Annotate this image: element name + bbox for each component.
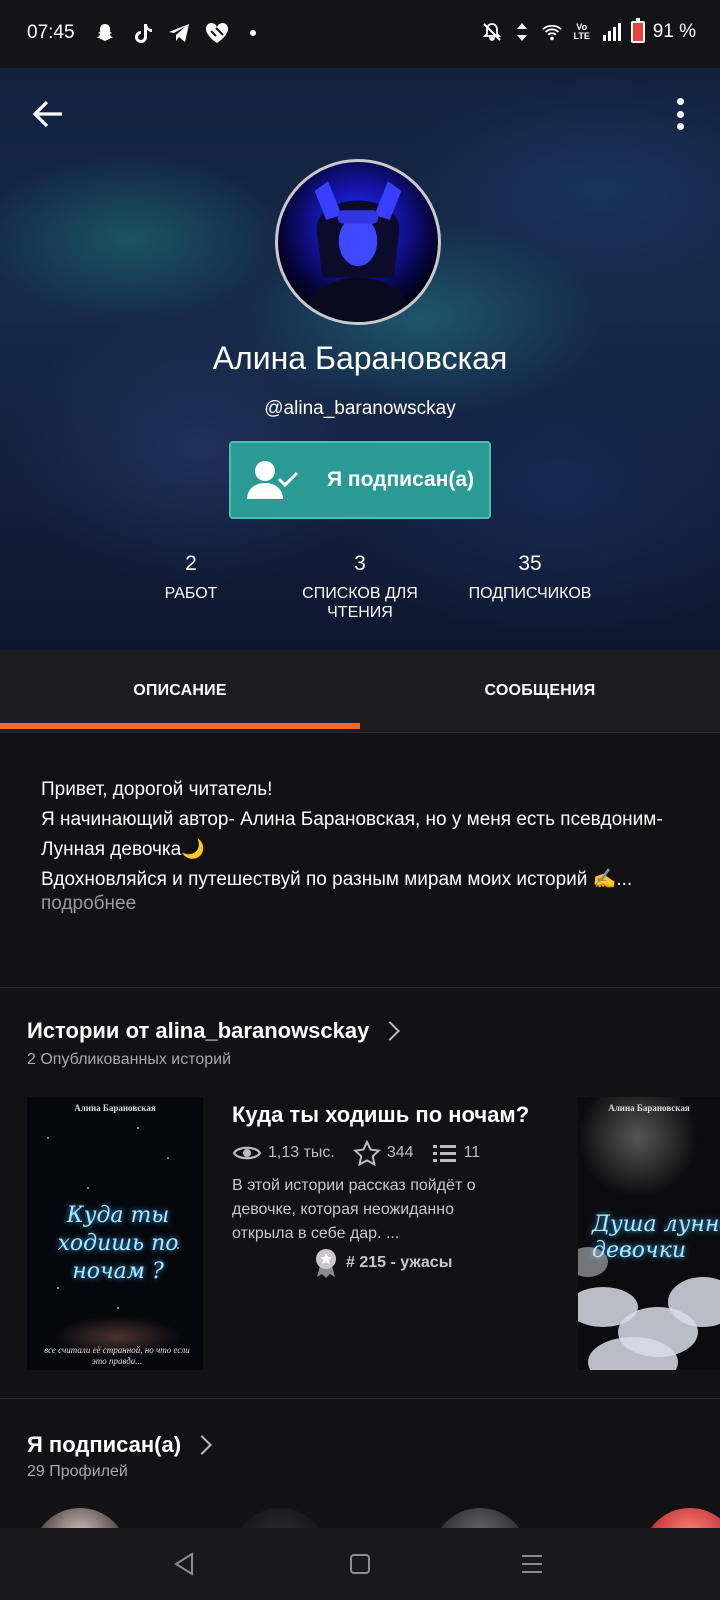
heart-icon [204, 20, 230, 46]
battery-icon [630, 18, 645, 43]
telegram-icon [166, 20, 192, 46]
profile-name: Алина Барановская [212, 340, 508, 376]
eye-icon [232, 1146, 262, 1160]
stat-followers-label: ПОДПИСЧИКОВ [468, 585, 592, 602]
star-icon [352, 1140, 381, 1166]
stat-works-value: 2 [185, 552, 197, 575]
following-button[interactable]: Я подписан(а) [229, 441, 491, 519]
story-description: В этой истории рассказ пойдёт о девочке,… [232, 1177, 476, 1242]
stat-reading-lists[interactable]: 3 СПИСКОВ ДЛЯ ЧТЕНИЯ [285, 552, 435, 622]
description-line: Привет, дорогой читатель! [41, 779, 273, 800]
system-nav-bar [0, 1528, 720, 1600]
cover-author: Алина Барановская [74, 1103, 156, 1113]
home-square-icon [350, 1554, 370, 1574]
stat-works[interactable]: 2 РАБОТ [116, 552, 266, 603]
recents-menu-icon [522, 1555, 542, 1573]
story-reads: 1,13 тыс. [268, 1144, 335, 1161]
dot-icon [240, 20, 266, 46]
tab-about[interactable]: ОПИСАНИЕ [0, 650, 360, 732]
status-time: 07:45 [27, 22, 75, 43]
active-tab-indicator [0, 723, 360, 729]
chevron-right-icon [192, 1435, 212, 1455]
more-dots-icon [676, 98, 684, 105]
cover-title: Душа лунной девочки [592, 1212, 720, 1263]
nav-back-button[interactable] [168, 1548, 200, 1580]
story-votes: 344 [386, 1144, 414, 1161]
nav-home-button[interactable] [344, 1548, 376, 1580]
story-rank[interactable]: # 215 - ужасы [314, 1248, 452, 1278]
list-icon [432, 1145, 456, 1162]
profile-header: Алина Барановская @alina_baranowsckay Я … [0, 68, 720, 650]
profile-tabs: ОПИСАНИЕ СООБЩЕНИЯ [0, 650, 720, 733]
back-button[interactable] [28, 94, 68, 134]
stat-reading-lists-label: СПИСКОВ ДЛЯ ЧТЕНИЯ [302, 585, 418, 621]
ranking-medal-icon [316, 1249, 336, 1278]
chevron-right-icon [380, 1021, 401, 1041]
back-triangle-icon [174, 1552, 193, 1576]
story-rank-text: # 215 - ужасы [346, 1254, 453, 1271]
profile-handle: @alina_baranowsckay [264, 398, 456, 419]
signal-icon [601, 20, 623, 44]
story-cover[interactable]: Алина Барановская Душа лунной девочки [578, 1097, 720, 1370]
tiktok-icon [130, 20, 156, 46]
status-bar: 07:45 Vo LTE 91 % [0, 0, 720, 68]
nav-recents-button[interactable] [516, 1548, 548, 1580]
profile-avatar[interactable] [275, 159, 441, 325]
following-count: 29 Профилей [27, 1463, 128, 1480]
mute-icon [481, 20, 503, 44]
description-line: Вдохновляйся и путешествуй по разным мир… [41, 869, 633, 890]
following-section-title[interactable]: Я подписан(а) [27, 1432, 212, 1458]
cover-tagline: все считали её странной, но что если это… [44, 1345, 190, 1366]
cover-author: Алина Барановская [608, 1103, 690, 1113]
stories-count: 2 Опубликованных историй [27, 1051, 232, 1068]
read-more-link[interactable]: подробнее [41, 893, 136, 915]
story-meta: 1,13 тыс. 344 11 [232, 1140, 498, 1166]
stat-followers-value: 35 [518, 552, 542, 575]
more-options-button[interactable] [670, 94, 690, 134]
cover-title: Куда ты ходишь по ночам ? [57, 1203, 179, 1284]
description-line: Я начинающий автор- Алина Барановская, н… [41, 809, 663, 860]
wifi-icon [541, 20, 563, 44]
avatar-image [305, 181, 411, 322]
following-button-label: Я подписан(а) [327, 468, 475, 491]
divider [0, 1398, 720, 1399]
volte-icon: Vo LTE [573, 22, 590, 41]
stories-section-title-text: Истории от alina_baranowsckay [27, 1018, 370, 1043]
stories-section-title[interactable]: Истории от alina_baranowsckay [27, 1018, 401, 1044]
story-cover[interactable]: Алина Барановская Куда ты ходишь по ноча… [27, 1097, 203, 1370]
back-arrow-icon [32, 100, 62, 128]
story-title[interactable]: Куда ты ходишь по ночам? [232, 1102, 529, 1128]
user-check-icon [247, 461, 299, 499]
stat-works-label: РАБОТ [164, 585, 218, 602]
story-parts: 11 [463, 1144, 481, 1161]
data-arrows-icon [511, 20, 533, 44]
divider [0, 987, 720, 988]
following-section-title-text: Я подписан(а) [27, 1432, 182, 1457]
stat-followers[interactable]: 35 ПОДПИСЧИКОВ [455, 552, 605, 603]
snapchat-icon [92, 20, 118, 46]
stat-reading-lists-value: 3 [354, 552, 366, 575]
battery-percent: 91 % [652, 21, 696, 42]
profile-description: Привет, дорогой читатель! Я начинающий а… [41, 775, 691, 895]
tab-conversations[interactable]: СООБЩЕНИЯ [360, 650, 720, 732]
